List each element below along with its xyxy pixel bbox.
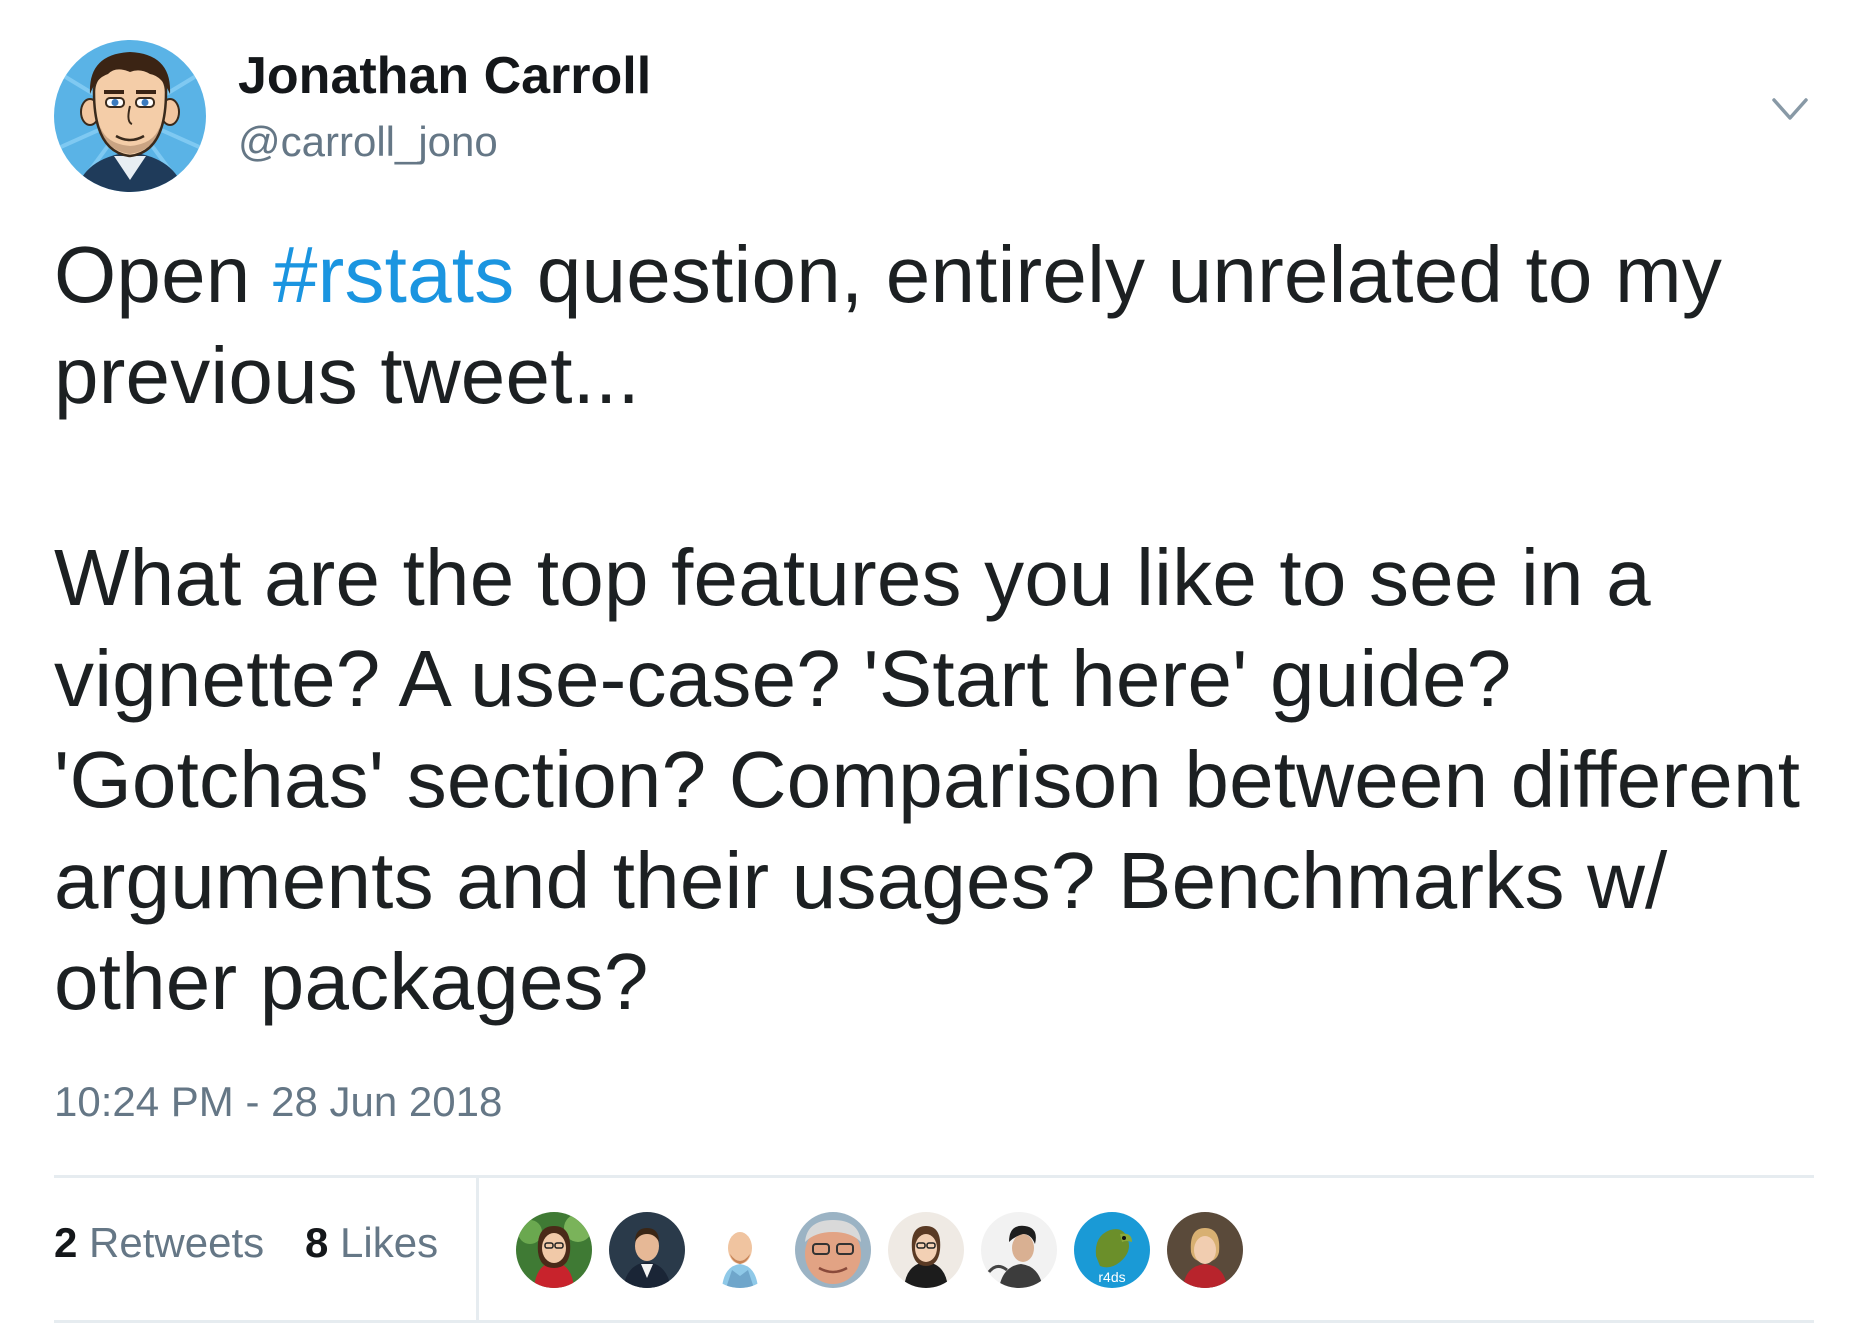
author-handle[interactable]: @carroll_jono xyxy=(238,117,498,167)
stats-divider-top xyxy=(54,1175,1814,1178)
tweet-timestamp[interactable]: 10:24 PM - 28 Jun 2018 xyxy=(54,1077,502,1127)
liker-avatar[interactable] xyxy=(795,1212,871,1288)
user-avatar-icon xyxy=(1167,1212,1243,1288)
retweets-stat[interactable]: 2 Retweets xyxy=(54,1218,264,1268)
r4ds-logo-icon: r4ds xyxy=(1074,1212,1150,1288)
liker-avatar[interactable] xyxy=(609,1212,685,1288)
chevron-down-icon xyxy=(1772,98,1808,120)
liker-avatar[interactable] xyxy=(702,1212,778,1288)
liker-avatar[interactable] xyxy=(888,1212,964,1288)
author-name[interactable]: Jonathan Carroll xyxy=(238,46,651,106)
cartoon-avatar-icon xyxy=(54,40,206,192)
r4ds-logo-text: r4ds xyxy=(1098,1269,1125,1285)
author-avatar[interactable] xyxy=(54,40,206,192)
stats-divider-bottom xyxy=(54,1320,1814,1323)
likes-label: Likes xyxy=(340,1219,439,1266)
likes-count: 8 xyxy=(305,1219,329,1266)
liker-avatar[interactable] xyxy=(516,1212,592,1288)
tweet-card: Jonathan Carroll @carroll_jono Open #rst… xyxy=(0,0,1856,1338)
user-avatar-icon xyxy=(516,1212,592,1288)
liker-avatar[interactable]: r4ds xyxy=(1074,1212,1150,1288)
tweet-text: Open #rstats question, entirely unrelate… xyxy=(54,224,1834,1032)
user-avatar-icon xyxy=(609,1212,685,1288)
user-avatar-icon xyxy=(702,1212,778,1288)
retweets-count: 2 xyxy=(54,1219,78,1266)
liker-avatar[interactable] xyxy=(981,1212,1057,1288)
user-avatar-icon xyxy=(888,1212,964,1288)
user-avatar-icon xyxy=(795,1212,871,1288)
stats-divider-vertical xyxy=(476,1177,479,1322)
tweet-menu-button[interactable] xyxy=(1768,88,1812,132)
liker-avatar[interactable] xyxy=(1167,1212,1243,1288)
user-avatar-icon xyxy=(981,1212,1057,1288)
retweets-label: Retweets xyxy=(89,1219,265,1266)
tweet-text-part: Open xyxy=(54,230,273,319)
hashtag-link[interactable]: #rstats xyxy=(273,230,514,319)
likes-stat[interactable]: 8 Likes xyxy=(305,1218,438,1268)
tweet-text-part: question, entirely unrelated to my previ… xyxy=(54,230,1801,1026)
